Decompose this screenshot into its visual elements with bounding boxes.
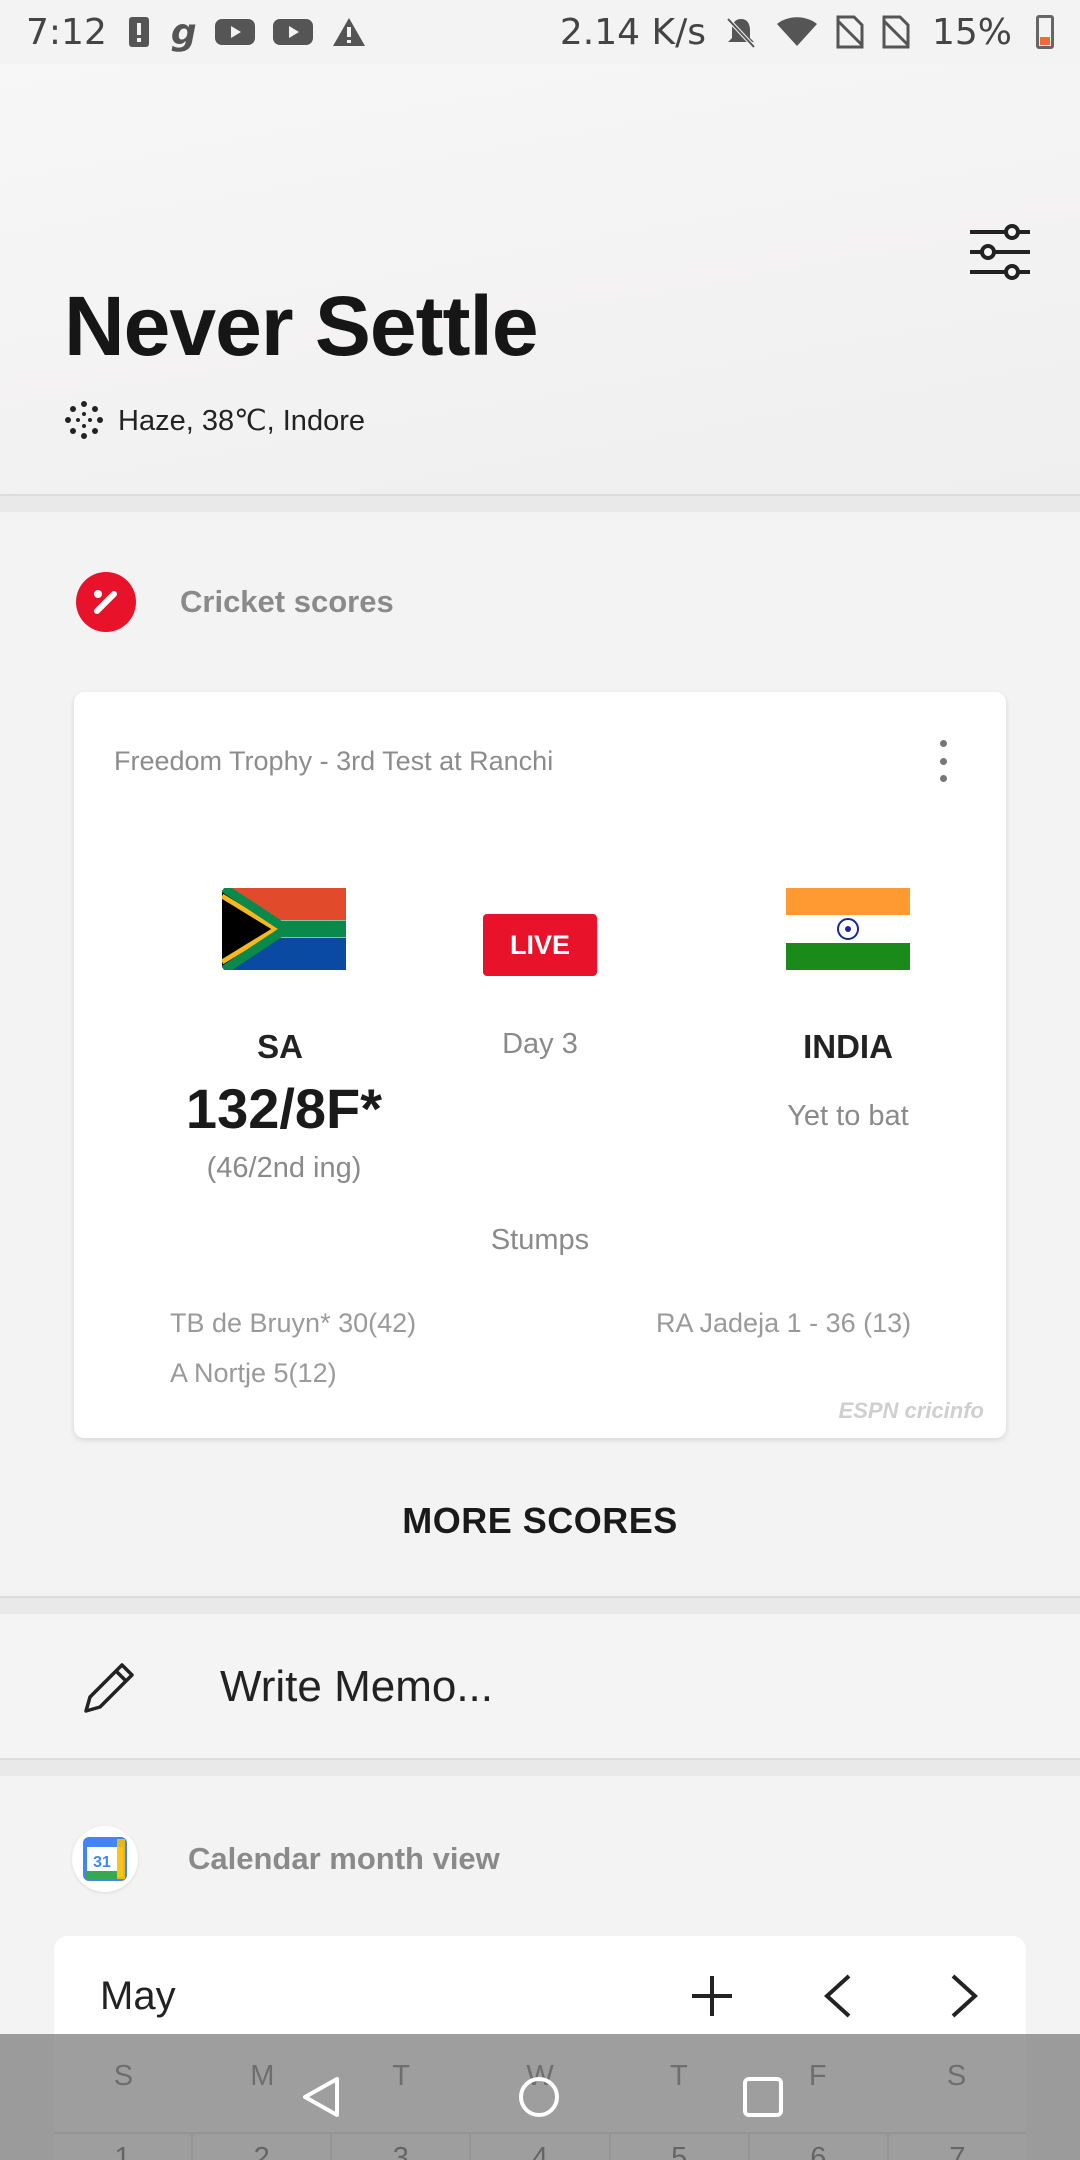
status-time: 7:12 bbox=[26, 11, 107, 53]
recents-button[interactable] bbox=[738, 2072, 788, 2122]
sliders-icon bbox=[970, 224, 1030, 280]
network-speed: 2.14 K/s bbox=[559, 11, 706, 53]
team2-detail: Yet to bat bbox=[787, 1100, 909, 1132]
match-session: Stumps bbox=[490, 1224, 590, 1256]
no-sim-icon bbox=[836, 15, 864, 49]
write-memo-button[interactable]: Write Memo... bbox=[0, 1616, 1080, 1758]
cricket-score-card[interactable]: Freedom Trophy - 3rd Test at Ranchi SA 1… bbox=[74, 692, 1006, 1438]
bell-off-icon bbox=[724, 15, 758, 49]
chevron-right-icon bbox=[951, 1974, 978, 2018]
haze-icon bbox=[65, 401, 103, 439]
memo-label: Write Memo... bbox=[220, 1662, 494, 1711]
youtube-icon bbox=[272, 17, 313, 47]
plus-icon bbox=[692, 1976, 732, 2016]
cricket-logo-icon bbox=[76, 572, 136, 632]
previous-month-button[interactable] bbox=[798, 1956, 878, 2036]
pencil-icon bbox=[84, 1663, 134, 1713]
add-event-button[interactable] bbox=[672, 1956, 752, 2036]
south-africa-flag-icon bbox=[222, 888, 346, 970]
india-flag-icon bbox=[786, 888, 910, 970]
more-scores-button[interactable]: MORE SCORES bbox=[0, 1500, 1080, 1542]
section-title: Calendar month view bbox=[188, 1841, 500, 1876]
team1-score: 132/8F* bbox=[185, 1077, 383, 1140]
home-circle-icon bbox=[519, 2077, 559, 2117]
weather-text: Haze, 38℃, Indore bbox=[118, 404, 365, 437]
team1-name: SA bbox=[257, 1028, 303, 1065]
page-title: Never Settle bbox=[64, 279, 539, 373]
cricket-section-header: Cricket scores bbox=[76, 572, 394, 632]
battery-percent: 15% bbox=[931, 11, 1012, 53]
team2-name: INDIA bbox=[803, 1028, 893, 1065]
next-month-button[interactable] bbox=[924, 1956, 1004, 2036]
batter-1: TB de Bruyn* 30(42) bbox=[170, 1308, 417, 1338]
home-button[interactable] bbox=[514, 2072, 564, 2122]
back-button[interactable] bbox=[296, 2072, 346, 2122]
live-badge: LIVE bbox=[483, 914, 597, 976]
espn-cricinfo-logo: ESPN cricinfo bbox=[838, 1398, 984, 1423]
divider bbox=[0, 1596, 1080, 1614]
batter-2: A Nortje 5(12) bbox=[170, 1358, 337, 1388]
match-day: Day 3 bbox=[502, 1028, 578, 1060]
battery-icon bbox=[1036, 15, 1054, 49]
calendar-section-header: 31 Calendar month view bbox=[72, 1826, 500, 1892]
section-title: Cricket scores bbox=[180, 584, 394, 619]
back-triangle-icon bbox=[303, 2077, 339, 2117]
weather-info[interactable]: Haze, 38℃, Indore bbox=[64, 400, 365, 440]
status-bar: 7:12 g 2.14 K/s 15% bbox=[0, 0, 1080, 64]
g-icon: g bbox=[170, 11, 197, 53]
divider bbox=[0, 494, 1080, 512]
warning-icon bbox=[331, 16, 367, 48]
alert-box-icon bbox=[125, 15, 153, 49]
calendar-icon-day: 31 bbox=[93, 1854, 111, 1871]
chevron-left-icon bbox=[824, 1974, 851, 2018]
team1-detail: (46/2nd ing) bbox=[206, 1152, 362, 1184]
calendar-month: May bbox=[100, 1974, 176, 2018]
divider bbox=[0, 1758, 1080, 1776]
settings-button[interactable] bbox=[968, 224, 1032, 280]
google-calendar-icon: 31 bbox=[72, 1826, 138, 1892]
match-title: Freedom Trophy - 3rd Test at Ranchi bbox=[114, 746, 554, 776]
recents-square-icon bbox=[743, 2077, 783, 2117]
navigation-bar bbox=[0, 2034, 1080, 2160]
more-options-icon[interactable] bbox=[936, 740, 950, 782]
wifi-icon bbox=[776, 16, 818, 48]
bowler: RA Jadeja 1 - 36 (13) bbox=[656, 1308, 912, 1338]
youtube-icon bbox=[214, 17, 255, 47]
no-sim-icon bbox=[882, 15, 910, 49]
